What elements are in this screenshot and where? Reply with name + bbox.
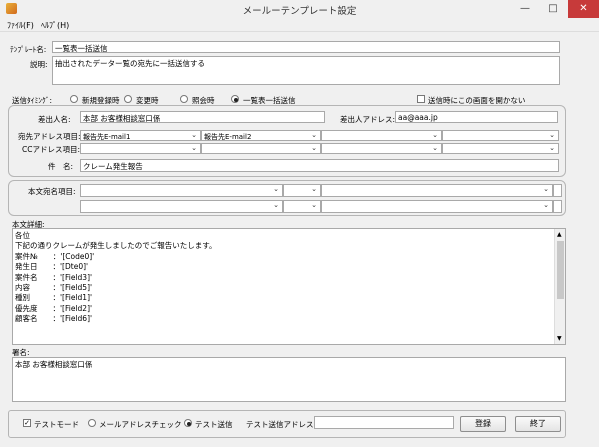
body-recipient-combo-6[interactable]: ⌄ <box>283 200 321 213</box>
body-detail-textarea[interactable]: 各位 下記の通りクレームが発生しましたのでご報告いたします。 案件№ ：'[Co… <box>12 228 566 345</box>
template-name-label: ﾃﾝﾌﾟﾚｰﾄ名: <box>10 45 47 54</box>
body-detail-scrollbar[interactable]: ▲ ▼ <box>554 229 565 344</box>
menu-bar: ﾌｧｲﾙ(F) ﾍﾙﾌﾟ(H) <box>0 18 599 32</box>
test-mode-label: テストモード <box>34 420 79 429</box>
sender-address-field[interactable]: aa@aaa.jp <box>395 111 558 123</box>
to-address-combo-2[interactable]: 報告先E-mail2 ⌄ <box>201 130 321 141</box>
timing-option-change[interactable]: 変更時 <box>124 93 184 105</box>
cc-address-combo-4[interactable]: ⌄ <box>442 143 559 154</box>
chevron-down-icon: ⌄ <box>191 131 197 139</box>
scrollbar-thumb[interactable] <box>557 241 564 299</box>
chevron-down-icon[interactable]: ▼ <box>557 334 562 344</box>
test-send-radio[interactable] <box>184 419 192 427</box>
timing-option-bulk[interactable]: 一覧表一括送信 <box>231 93 311 105</box>
register-button[interactable]: 登録 <box>460 416 506 432</box>
test-mode-option[interactable]: ✓ テストモード <box>23 418 83 430</box>
chevron-down-icon: ⌄ <box>549 131 555 139</box>
to-address-combo-1[interactable]: 報告先E-mail1 ⌄ <box>80 130 201 141</box>
chevron-down-icon: ⌄ <box>191 144 197 152</box>
address-check-radio[interactable] <box>88 419 96 427</box>
body-line: 案件名 ：'[Field3]' <box>15 272 93 282</box>
to-address-label: 宛先アドレス項目: <box>18 132 81 141</box>
body-line: 種別 ：'[Field1]' <box>15 293 93 303</box>
body-line: 下記の通りクレームが発生しましたのでご報告いたします。 <box>15 241 217 251</box>
chevron-down-icon: ⌄ <box>273 201 279 209</box>
body-recipient-combo-7[interactable]: ⌄ <box>321 200 553 213</box>
body-line: 顧客名 ：'[Field6]' <box>15 314 93 324</box>
cc-address-combo-3[interactable]: ⌄ <box>321 143 442 154</box>
body-recipient-combo-3[interactable]: ⌄ <box>321 184 553 197</box>
window-title: メールーテンプレート設定 <box>242 6 357 17</box>
address-check-label: メールアドレスチェック <box>99 420 182 429</box>
no-screen-checkbox[interactable] <box>417 95 425 103</box>
sender-name-label: 差出人名: <box>38 115 71 124</box>
body-line: 内容 ：'[Field5]' <box>15 283 93 293</box>
title-bar: メールーテンプレート設定 — □ ✕ <box>0 0 599 18</box>
chevron-down-icon: ⌄ <box>311 131 317 139</box>
timing-change-radio[interactable] <box>124 95 132 103</box>
to-address-combo-2-value: 報告先E-mail2 <box>204 133 252 141</box>
cc-address-combo-1[interactable]: ⌄ <box>80 143 201 154</box>
chevron-down-icon: ⌄ <box>432 131 438 139</box>
subject-label: 件 名: <box>48 162 74 171</box>
chevron-down-icon: ⌄ <box>311 201 317 209</box>
template-name-field[interactable]: 一覧表一括送信 <box>52 41 560 53</box>
body-recipient-combo-5[interactable]: ⌄ <box>80 200 283 213</box>
description-field[interactable]: 抽出されたデーター覧の宛先に一括送信する <box>52 56 560 85</box>
timing-bulk-radio[interactable] <box>231 95 239 103</box>
menu-help[interactable]: ﾍﾙﾌﾟ(H) <box>41 20 69 31</box>
body-recipient-combo-1[interactable]: ⌄ <box>80 184 283 197</box>
chevron-up-icon[interactable]: ▲ <box>557 230 562 240</box>
timing-option-inquiry[interactable]: 照会時 <box>180 93 230 105</box>
sender-address-label: 差出人アドレス: <box>340 115 396 124</box>
body-line: 優先度 ：'[Field2]' <box>15 303 93 313</box>
signature-field[interactable]: 本部 お客様相談窓口係 <box>12 357 566 402</box>
cc-address-combo-2[interactable]: ⌄ <box>201 143 321 154</box>
test-mode-checkbox[interactable]: ✓ <box>23 419 31 427</box>
address-check-option[interactable]: メールアドレスチェック <box>88 418 182 430</box>
body-recipient-combo-8[interactable] <box>553 200 562 213</box>
body-line: 各位 <box>15 231 30 240</box>
chevron-down-icon: ⌄ <box>432 144 438 152</box>
chevron-down-icon: ⌄ <box>543 185 549 193</box>
close-window-button[interactable]: ✕ <box>568 0 599 18</box>
test-send-label: テスト送信 <box>195 420 233 429</box>
to-address-combo-4[interactable]: ⌄ <box>442 130 559 141</box>
no-screen-option[interactable]: 送信時にこの画面を開かない <box>417 93 557 105</box>
chevron-down-icon: ⌄ <box>273 185 279 193</box>
body-recipient-combo-2[interactable]: ⌄ <box>283 184 321 197</box>
timing-inquiry-radio[interactable] <box>180 95 188 103</box>
description-label: 説明: <box>30 60 48 69</box>
test-address-field[interactable] <box>314 416 454 429</box>
cc-address-label: CCアドレス項目: <box>22 145 81 154</box>
close-button[interactable]: 終了 <box>515 416 561 432</box>
body-line: 発生日 ：'[Dte0]' <box>15 262 89 272</box>
test-send-option[interactable]: テスト送信 <box>184 418 244 430</box>
timing-new-radio[interactable] <box>70 95 78 103</box>
test-address-label: テスト送信アドレス: <box>246 420 317 429</box>
menu-file[interactable]: ﾌｧｲﾙ(F) <box>7 20 34 31</box>
body-line: 案件№ ：'[Code0]' <box>15 251 95 261</box>
to-address-combo-1-value: 報告先E-mail1 <box>83 133 131 141</box>
maximize-button[interactable]: □ <box>540 0 566 18</box>
body-recipient-combo-4[interactable] <box>553 184 562 197</box>
chevron-down-icon: ⌄ <box>543 201 549 209</box>
chevron-down-icon: ⌄ <box>549 144 555 152</box>
chevron-down-icon: ⌄ <box>311 144 317 152</box>
subject-field[interactable]: クレーム発生報告 <box>80 159 559 172</box>
to-address-combo-3[interactable]: ⌄ <box>321 130 442 141</box>
minimize-button[interactable]: — <box>512 0 538 18</box>
chevron-down-icon: ⌄ <box>311 185 317 193</box>
sender-name-field[interactable]: 本部 お客様相談窓口係 <box>80 111 325 123</box>
body-recipient-label: 本文宛名項目: <box>28 187 76 196</box>
